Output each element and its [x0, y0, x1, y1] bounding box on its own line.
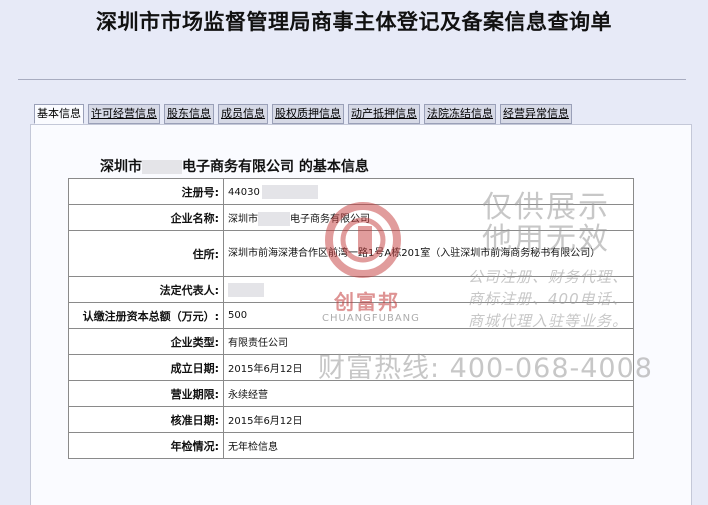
established-value: 2015年6月12日 [223, 354, 634, 381]
table-row: 营业期限: 永续经营 [68, 380, 634, 407]
tab-basic-info[interactable]: 基本信息 [34, 104, 84, 124]
legal-rep-label: 法定代表人: [68, 276, 224, 303]
logo-text-cn: 创富邦 [334, 290, 400, 314]
approved-date-label: 核准日期: [68, 406, 224, 433]
approved-date-value: 2015年6月12日 [223, 406, 634, 433]
tab-abnormal-info[interactable]: 经营异常信息 [500, 104, 572, 124]
established-label: 成立日期: [68, 354, 224, 381]
reg-no-value: 44030 [223, 178, 634, 205]
section-title-tail: 的基本信息 [294, 159, 369, 175]
redacted-block [258, 211, 290, 226]
section-title-prefix: 深圳市 [100, 159, 142, 175]
logo-text-en: CHUANGFUBANG [322, 313, 420, 324]
table-row: 企业类型: 有限责任公司 [68, 328, 634, 355]
address-value: 深圳市前海深港合作区前湾一路1号A栋201室（入驻深圳市前海商务秘书有限公司） [223, 230, 634, 277]
table-row: 核准日期: 2015年6月12日 [68, 406, 634, 433]
page-title: 深圳市市场监督管理局商事主体登记及备案信息查询单 [96, 10, 612, 34]
section-title-suffix: 电子商务有限公司 [182, 159, 294, 175]
tab-bar: 基本信息 许可经营信息 股东信息 成员信息 股权质押信息 动产抵押信息 法院冻结… [34, 104, 572, 124]
reg-no-label: 注册号: [68, 178, 224, 205]
business-term-label: 营业期限: [68, 380, 224, 407]
company-type-label: 企业类型: [68, 328, 224, 355]
tab-equity-pledge-info[interactable]: 股权质押信息 [272, 104, 344, 124]
reg-no-text: 44030 [228, 186, 260, 198]
address-label: 住所: [68, 230, 224, 277]
table-row: 年检情况: 无年检信息 [68, 432, 634, 459]
company-name-value: 深圳市 电子商务有限公司 [223, 204, 634, 231]
business-term-value: 永续经营 [223, 380, 634, 407]
redacted-block [228, 282, 264, 297]
capital-label: 认缴注册资本总额（万元）: [68, 302, 224, 329]
tab-license-info[interactable]: 许可经营信息 [88, 104, 160, 124]
annual-inspection-label: 年检情况: [68, 432, 224, 459]
table-row: 成立日期: 2015年6月12日 [68, 354, 634, 381]
company-name-label: 企业名称: [68, 204, 224, 231]
tab-court-freeze-info[interactable]: 法院冻结信息 [424, 104, 496, 124]
title-divider [18, 79, 686, 80]
section-title: 深圳市 电子商务有限公司 的基本信息 [100, 156, 369, 176]
tab-chattel-mortgage-info[interactable]: 动产抵押信息 [348, 104, 420, 124]
company-type-value: 有限责任公司 [223, 328, 634, 355]
tab-member-info[interactable]: 成员信息 [218, 104, 268, 124]
tab-shareholder-info[interactable]: 股东信息 [164, 104, 214, 124]
redacted-block [261, 184, 318, 199]
annual-inspection-value: 无年检信息 [223, 432, 634, 459]
legal-rep-value [223, 276, 634, 303]
redacted-block [142, 160, 182, 174]
company-name-prefix: 深圳市 [228, 213, 258, 225]
capital-value: 500 [223, 302, 634, 329]
logo-emblem-icon [325, 202, 401, 278]
